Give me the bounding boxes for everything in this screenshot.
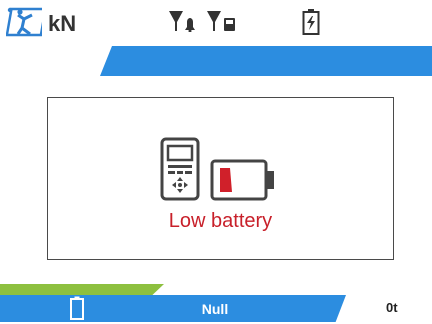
signal-bell-icon xyxy=(168,10,196,36)
dialog-icons xyxy=(160,137,276,205)
battery-charging-icon xyxy=(302,8,320,40)
signal-indicators xyxy=(168,10,236,36)
dialog-message: Low battery xyxy=(168,210,273,232)
load-status-label: Null xyxy=(201,301,229,317)
signal-device-icon xyxy=(206,10,236,36)
weight-readout: 0t xyxy=(386,300,398,315)
header-banner xyxy=(100,46,432,76)
unit-label: kN xyxy=(48,11,77,36)
battery-outline-icon xyxy=(70,296,84,324)
crane-operator-icon xyxy=(5,6,47,42)
low-battery-icon xyxy=(210,159,276,205)
app-header: kN xyxy=(5,6,77,42)
low-battery-dialog: Low battery xyxy=(47,97,394,260)
remote-controller-icon xyxy=(160,137,200,205)
status-strip-blue xyxy=(0,295,346,322)
